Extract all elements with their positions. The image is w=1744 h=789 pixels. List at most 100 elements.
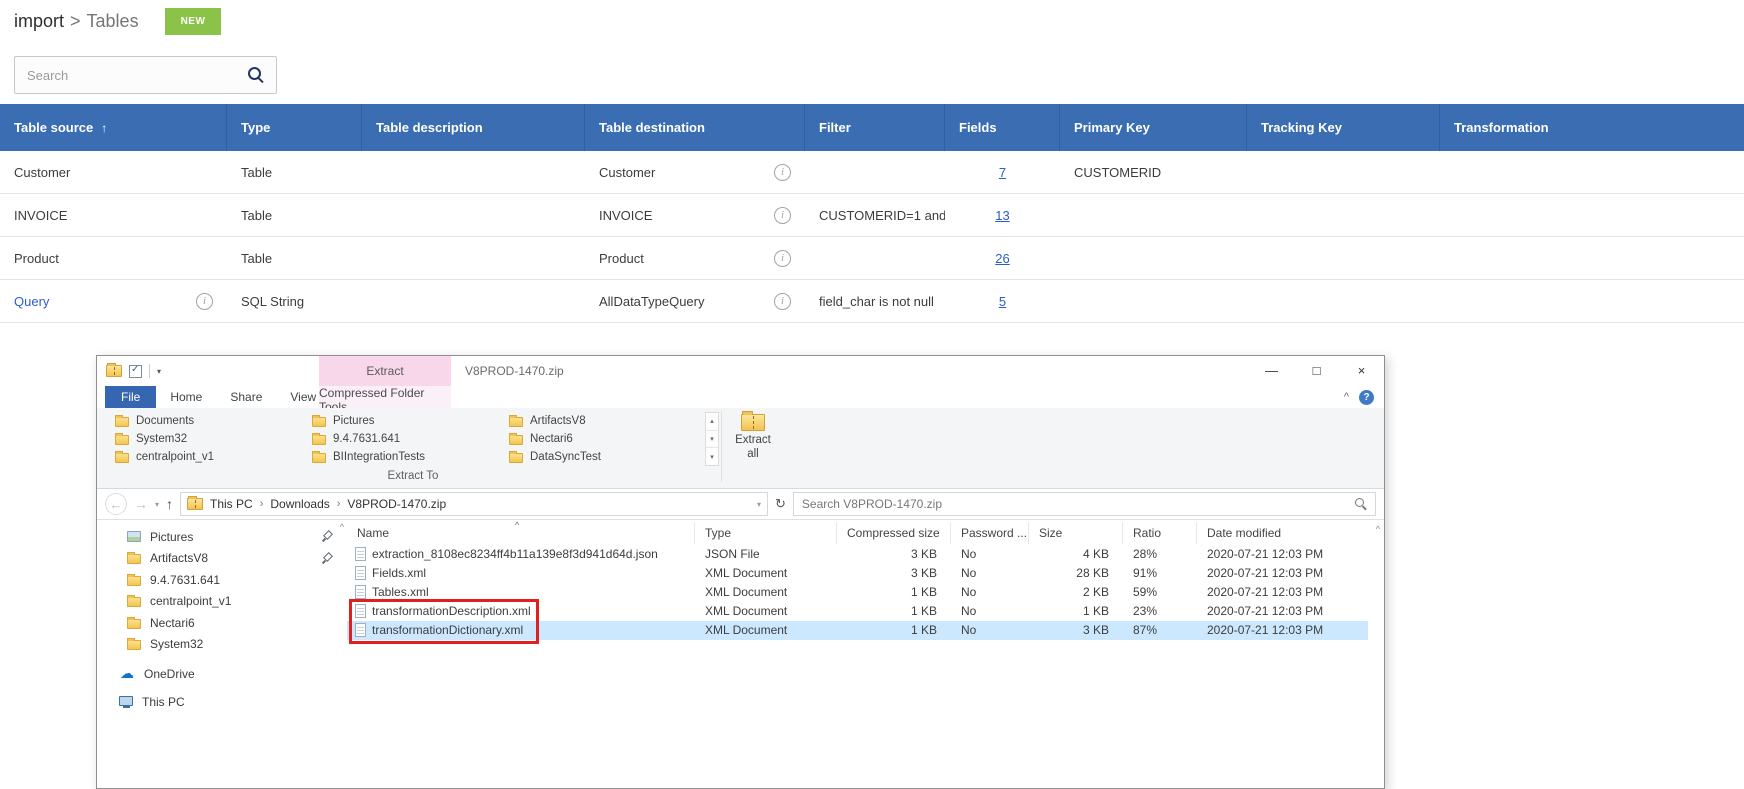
file-compressed-size-cell: 3 KB <box>837 566 951 580</box>
col-fields[interactable]: Fields <box>945 104 1060 151</box>
scroll-up-icon[interactable]: ▴ <box>706 413 718 431</box>
extract-destination[interactable]: Documents <box>107 412 304 430</box>
minimize-button[interactable]: — <box>1249 356 1294 385</box>
contextual-tab-group-label: Extract <box>319 356 451 386</box>
nav-item-nectari6[interactable]: Nectari6 <box>97 612 347 634</box>
nav-scroll-up-icon[interactable]: ^ <box>340 522 344 532</box>
file-row[interactable]: Tables.xml XML Document 1 KB No 2 KB 59%… <box>347 582 1368 601</box>
nav-item-artifactsv8[interactable]: ArtifactsV8 <box>97 548 347 570</box>
nav-item-version-folder[interactable]: 9.4.7631.641 <box>97 569 347 591</box>
refresh-icon[interactable]: ↻ <box>775 496 786 512</box>
extract-destination[interactable]: System32 <box>107 430 304 448</box>
extract-destination[interactable]: ArtifactsV8 <box>501 412 698 430</box>
recent-locations-icon[interactable]: ▾ <box>155 500 159 509</box>
table-row[interactable]: Product Table Product i 26 <box>0 237 1744 280</box>
file-row[interactable]: Fields.xml XML Document 3 KB No 28 KB 91… <box>347 563 1368 582</box>
close-button[interactable]: × <box>1339 356 1384 385</box>
file-row[interactable]: transformationDescription.xml XML Docume… <box>347 602 1368 621</box>
breadcrumb-zip[interactable]: V8PROD-1470.zip <box>345 497 448 511</box>
col-table-description[interactable]: Table description <box>362 104 585 151</box>
col-size[interactable]: Size <box>1029 522 1123 544</box>
table-row[interactable]: Query i SQL String AllDataTypeQuery i fi… <box>0 280 1744 323</box>
forward-button[interactable]: → <box>134 496 148 512</box>
qat-properties-icon[interactable] <box>129 365 142 378</box>
col-tracking-key[interactable]: Tracking Key <box>1247 104 1440 151</box>
breadcrumb-downloads[interactable]: Downloads <box>268 497 331 511</box>
collapse-ribbon-icon[interactable]: ^ <box>1344 391 1349 403</box>
address-dropdown-icon[interactable]: ▾ <box>757 500 761 509</box>
fields-count-link[interactable]: 5 <box>999 294 1006 309</box>
info-icon[interactable]: i <box>196 293 213 310</box>
tab-file[interactable]: File <box>105 386 156 408</box>
nav-item-pictures[interactable]: Pictures <box>97 526 347 548</box>
tab-home[interactable]: Home <box>156 386 216 408</box>
col-type[interactable]: Type <box>227 104 362 151</box>
pin-icon[interactable] <box>321 531 332 542</box>
nav-item-system32[interactable]: System32 <box>97 634 347 656</box>
file-password-cell: No <box>951 547 1029 561</box>
back-button[interactable]: ← <box>105 493 127 515</box>
scroll-down-icon[interactable]: ▾ <box>706 431 718 449</box>
new-button[interactable]: NEW <box>165 8 222 35</box>
col-table-destination[interactable]: Table destination <box>585 104 805 151</box>
fields-count-link[interactable]: 26 <box>995 251 1009 266</box>
extract-destination[interactable]: Nectari6 <box>501 430 698 448</box>
extract-destination[interactable]: centralpoint_v1 <box>107 448 304 466</box>
xml-file-icon <box>355 623 366 637</box>
search-input[interactable] <box>15 68 248 83</box>
list-scroll-up-icon[interactable]: ^ <box>1376 524 1380 534</box>
explorer-search-input[interactable] <box>802 497 1355 511</box>
breadcrumb-this-pc[interactable]: This PC <box>208 497 255 511</box>
maximize-button[interactable]: □ <box>1294 356 1339 385</box>
col-filter[interactable]: Filter <box>805 104 945 151</box>
more-destinations-icon[interactable]: ▾ <box>706 448 718 465</box>
info-icon[interactable]: i <box>774 207 791 224</box>
table-row[interactable]: INVOICE Table INVOICE i CUSTOMERID=1 and… <box>0 194 1744 237</box>
nav-item-centralpoint[interactable]: centralpoint_v1 <box>97 591 347 613</box>
col-primary-key[interactable]: Primary Key <box>1060 104 1247 151</box>
col-type[interactable]: Type <box>695 522 837 544</box>
app-header: import > Tables NEW <box>0 0 1744 35</box>
extract-all-button[interactable]: Extract all <box>727 412 779 482</box>
fields-count-link[interactable]: 13 <box>995 208 1009 223</box>
qat-customize-caret-icon[interactable]: ▾ <box>157 367 161 376</box>
up-button[interactable]: ↑ <box>166 496 173 512</box>
folder-icon <box>127 640 141 650</box>
info-icon[interactable]: i <box>774 250 791 267</box>
extract-destination[interactable]: Pictures <box>304 412 501 430</box>
pin-icon[interactable] <box>321 553 332 564</box>
file-date-cell: 2020-07-21 12:03 PM <box>1197 623 1368 637</box>
zip-folder-icon <box>187 498 203 510</box>
nav-item-onedrive[interactable]: OneDrive <box>97 663 347 685</box>
search-icon[interactable] <box>248 67 264 83</box>
nav-item-this-pc[interactable]: This PC <box>97 692 347 714</box>
col-table-source[interactable]: Table source ↑ <box>0 104 227 151</box>
help-icon[interactable]: ? <box>1359 390 1374 405</box>
col-name[interactable]: Name <box>347 522 695 544</box>
explorer-search-box <box>793 492 1376 516</box>
extract-destination[interactable]: DataSyncTest <box>501 448 698 466</box>
breadcrumb-section[interactable]: import <box>14 11 64 32</box>
table-row[interactable]: Customer Table Customer i 7 CUSTOMERID <box>0 151 1744 194</box>
col-transformation[interactable]: Transformation <box>1440 104 1744 151</box>
col-date-modified[interactable]: Date modified <box>1197 522 1368 544</box>
col-password[interactable]: Password ... <box>951 522 1029 544</box>
file-row-selected[interactable]: transformationDictionary.xml XML Documen… <box>347 621 1368 640</box>
file-compressed-size-cell: 1 KB <box>837 623 951 637</box>
col-compressed-size[interactable]: Compressed size <box>837 522 951 544</box>
address-breadcrumb-box[interactable]: This PC › Downloads › V8PROD-1470.zip ▾ <box>180 492 768 516</box>
zip-folder-icon <box>106 365 122 377</box>
col-ratio[interactable]: Ratio <box>1123 522 1197 544</box>
file-row[interactable]: extraction_8108ec8234ff4b11a139e8f3d941d… <box>347 544 1368 563</box>
xml-file-icon <box>355 585 366 599</box>
fields-count-link[interactable]: 7 <box>999 165 1006 180</box>
tab-share[interactable]: Share <box>216 386 276 408</box>
info-icon[interactable]: i <box>774 293 791 310</box>
info-icon[interactable]: i <box>774 164 791 181</box>
extract-destination[interactable]: 9.4.7631.641 <box>304 430 501 448</box>
query-source-link[interactable]: Query <box>14 294 49 309</box>
folder-icon <box>312 453 326 463</box>
search-icon[interactable] <box>1355 498 1367 510</box>
extract-destination[interactable]: BIIntegrationTests <box>304 448 501 466</box>
cell-transformation <box>1440 280 1744 322</box>
